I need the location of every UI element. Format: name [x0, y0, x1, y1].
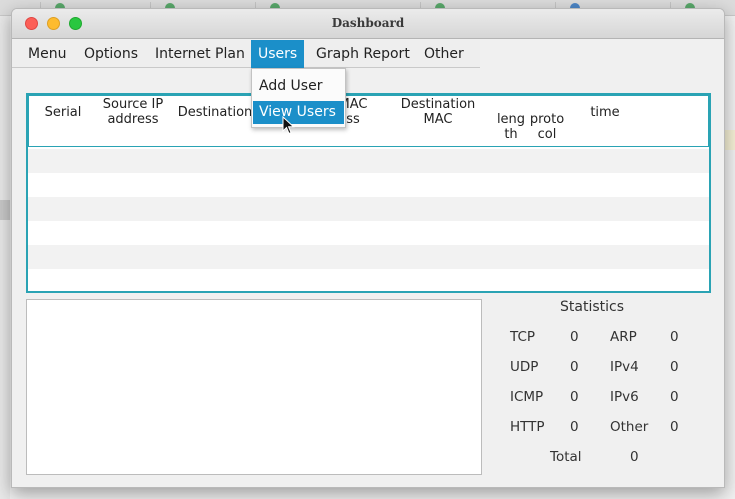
stat-value-other: 0 [670, 419, 679, 435]
view-users-item[interactable]: View Users [253, 101, 344, 124]
table-row[interactable] [28, 197, 709, 221]
background-highlight [724, 130, 735, 150]
packet-details-textarea[interactable] [26, 299, 482, 475]
packet-table[interactable]: Serial Source IP address Destination MAC s… [26, 93, 711, 293]
stat-value-ipv4: 0 [670, 359, 679, 375]
menu-users[interactable]: Users [251, 40, 305, 68]
window-title: Dashboard [331, 16, 405, 30]
stat-value-arp: 0 [670, 329, 679, 345]
table-row[interactable] [28, 245, 709, 269]
stat-value-tcp: 0 [570, 329, 579, 345]
stat-label-icmp: ICMP [510, 389, 544, 405]
mouse-pointer-icon [282, 116, 295, 135]
table-header: Serial Source IP address Destination MAC s… [28, 95, 709, 147]
column-source-ip[interactable]: Source IP address [93, 97, 173, 127]
statistics-title: Statistics [560, 299, 624, 315]
column-protocol[interactable]: proto col [527, 112, 567, 142]
column-time[interactable]: time [583, 105, 627, 120]
stat-label-other: Other [610, 419, 649, 435]
stat-label-total: Total [550, 449, 582, 465]
add-user-item[interactable]: Add User [253, 75, 344, 98]
table-row[interactable] [28, 173, 709, 197]
title-bar[interactable]: Dashboard [12, 9, 724, 39]
column-length[interactable]: leng th [493, 112, 529, 142]
menu-menu[interactable]: Menu [21, 40, 73, 68]
stat-label-ipv6: IPv6 [610, 389, 639, 405]
menu-options[interactable]: Options [77, 40, 145, 68]
stat-label-ipv4: IPv4 [610, 359, 639, 375]
column-serial[interactable]: Serial [37, 105, 89, 120]
stat-value-http: 0 [570, 419, 579, 435]
background-gutter [0, 16, 10, 499]
stat-value-ipv6: 0 [670, 389, 679, 405]
menu-internet-plan[interactable]: Internet Plan [148, 40, 252, 68]
column-destination-mac[interactable]: Destination MAC [393, 97, 483, 127]
users-dropdown: Add User View Users [251, 68, 346, 128]
menu-other[interactable]: Other [417, 40, 471, 68]
stat-label-http: HTTP [510, 419, 545, 435]
stat-label-arp: ARP [610, 329, 637, 345]
table-row[interactable] [28, 221, 709, 245]
stat-label-udp: UDP [510, 359, 539, 375]
stat-value-udp: 0 [570, 359, 579, 375]
dashboard-window: Dashboard Menu Options Internet Plan Use… [11, 8, 725, 488]
table-row[interactable] [28, 269, 709, 291]
table-row[interactable] [28, 149, 709, 173]
stat-label-tcp: TCP [510, 329, 536, 345]
menu-bar: Menu Options Internet Plan Users Graph R… [12, 40, 480, 68]
menu-graph-report[interactable]: Graph Report [309, 40, 417, 68]
stat-value-icmp: 0 [570, 389, 579, 405]
column-destination[interactable]: Destination [175, 105, 255, 120]
stat-value-total: 0 [630, 449, 639, 465]
